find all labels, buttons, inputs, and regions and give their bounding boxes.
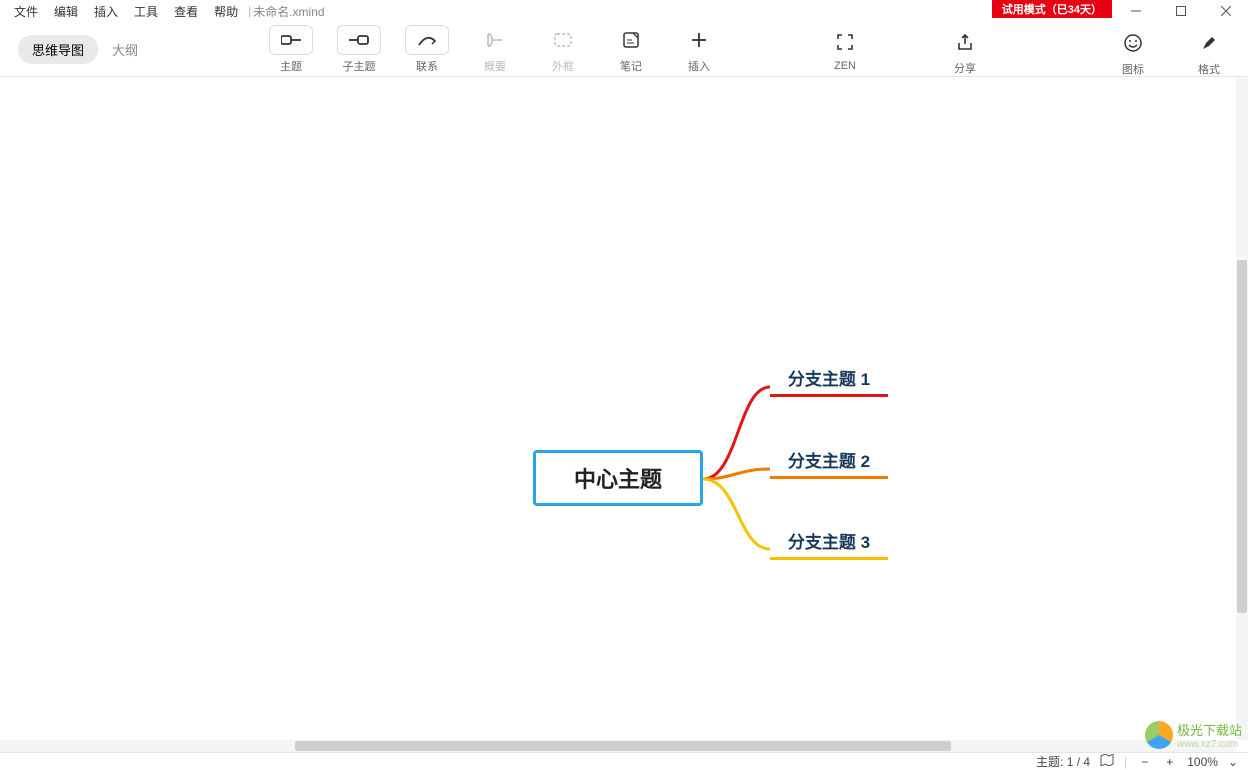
menu-tools[interactable]: 工具 — [126, 1, 166, 22]
window-controls — [1113, 0, 1248, 22]
notes-icon — [609, 25, 653, 55]
watermark-url: www.xz7.com — [1177, 739, 1242, 750]
insert-button[interactable]: 插入 — [676, 25, 722, 74]
fullscreen-icon — [823, 27, 867, 57]
statusbar: 主题: 1 / 4 | − + 100% ⌄ — [0, 752, 1248, 770]
share-button[interactable]: 分享 — [942, 27, 988, 76]
subtopic-icon — [337, 25, 381, 55]
status-sep: | — [1124, 755, 1127, 769]
minimize-button[interactable] — [1113, 0, 1158, 22]
menu-insert[interactable]: 插入 — [86, 1, 126, 22]
branch-topic-1[interactable]: 分支主题 1 — [770, 365, 888, 397]
map-overview-icon[interactable] — [1100, 754, 1114, 769]
maximize-button[interactable] — [1158, 0, 1203, 22]
format-button[interactable]: 格式 — [1186, 28, 1232, 77]
toolbar-center-group: ZEN 分享 — [822, 27, 988, 76]
relation-button[interactable]: 联系 — [404, 25, 450, 74]
subtopic-label: 子主题 — [343, 58, 376, 74]
horizontal-scrollbar[interactable] — [0, 740, 1236, 752]
boundary-icon — [541, 25, 585, 55]
boundary-label: 外框 — [552, 58, 574, 74]
menu-divider: | — [248, 4, 251, 18]
zen-button[interactable]: ZEN — [822, 27, 868, 76]
share-label: 分享 — [954, 60, 976, 76]
zoom-in-button[interactable]: + — [1162, 755, 1177, 769]
close-button[interactable] — [1203, 0, 1248, 22]
topic-label: 主题 — [280, 58, 302, 74]
tab-outline[interactable]: 大纲 — [112, 40, 138, 59]
smiley-icon — [1111, 28, 1155, 58]
summary-button[interactable]: 概要 — [472, 25, 518, 74]
icons-label: 图标 — [1122, 61, 1144, 77]
notes-label: 笔记 — [620, 58, 642, 74]
relation-label: 联系 — [416, 58, 438, 74]
share-icon — [943, 27, 987, 57]
topic-icon — [269, 25, 313, 55]
tab-mindmap[interactable]: 思维导图 — [18, 35, 98, 64]
menu-file[interactable]: 文件 — [6, 1, 46, 22]
summary-icon — [473, 25, 517, 55]
summary-label: 概要 — [484, 58, 506, 74]
format-label: 格式 — [1198, 61, 1220, 77]
toolbar-main-group: 主题 子主题 联系 概要 外框 笔记 插入 — [268, 25, 722, 74]
zoom-level-label[interactable]: 100% — [1187, 755, 1218, 769]
relation-icon — [405, 25, 449, 55]
plus-icon — [677, 25, 721, 55]
zoom-dropdown-icon[interactable]: ⌄ — [1228, 755, 1238, 769]
watermark-name: 极光下载站 — [1177, 723, 1242, 738]
filename-label: 未命名.xmind — [253, 3, 324, 20]
topic-button[interactable]: 主题 — [268, 25, 314, 74]
menubar: 文件 编辑 插入 工具 查看 帮助 | 未命名.xmind 试用模式（已34天） — [0, 0, 1248, 22]
icons-button[interactable]: 图标 — [1110, 28, 1156, 77]
zen-label: ZEN — [834, 60, 856, 72]
insert-label: 插入 — [688, 58, 710, 74]
menu-edit[interactable]: 编辑 — [46, 1, 86, 22]
notes-button[interactable]: 笔记 — [608, 25, 654, 74]
watermark-icon — [1145, 721, 1173, 749]
horizontal-scroll-thumb[interactable] — [295, 741, 951, 751]
mindmap-canvas[interactable]: 中心主题 分支主题 1 分支主题 2 分支主题 3 — [0, 77, 1236, 752]
toolbar-right-group: 图标 格式 — [1110, 28, 1232, 77]
vertical-scrollbar[interactable] — [1236, 77, 1248, 740]
watermark: 极光下载站 www.xz7.com — [1145, 720, 1242, 750]
boundary-button[interactable]: 外框 — [540, 25, 586, 74]
brush-icon — [1187, 28, 1231, 58]
trial-badge[interactable]: 试用模式（已34天） — [992, 0, 1112, 18]
branch-topic-3[interactable]: 分支主题 3 — [770, 528, 888, 560]
subtopic-button[interactable]: 子主题 — [336, 25, 382, 74]
menu-help[interactable]: 帮助 — [206, 1, 246, 22]
topic-count-label: 主题: 1 / 4 — [1036, 753, 1090, 770]
toolbar: 思维导图 大纲 主题 子主题 联系 概要 外框 笔记 插入 — [0, 22, 1248, 77]
menu-view[interactable]: 查看 — [166, 1, 206, 22]
central-topic[interactable]: 中心主题 — [533, 450, 703, 506]
view-switch: 思维导图 大纲 — [18, 35, 138, 64]
branch-topic-2[interactable]: 分支主题 2 — [770, 447, 888, 479]
zoom-out-button[interactable]: − — [1137, 755, 1152, 769]
vertical-scroll-thumb[interactable] — [1237, 260, 1247, 613]
